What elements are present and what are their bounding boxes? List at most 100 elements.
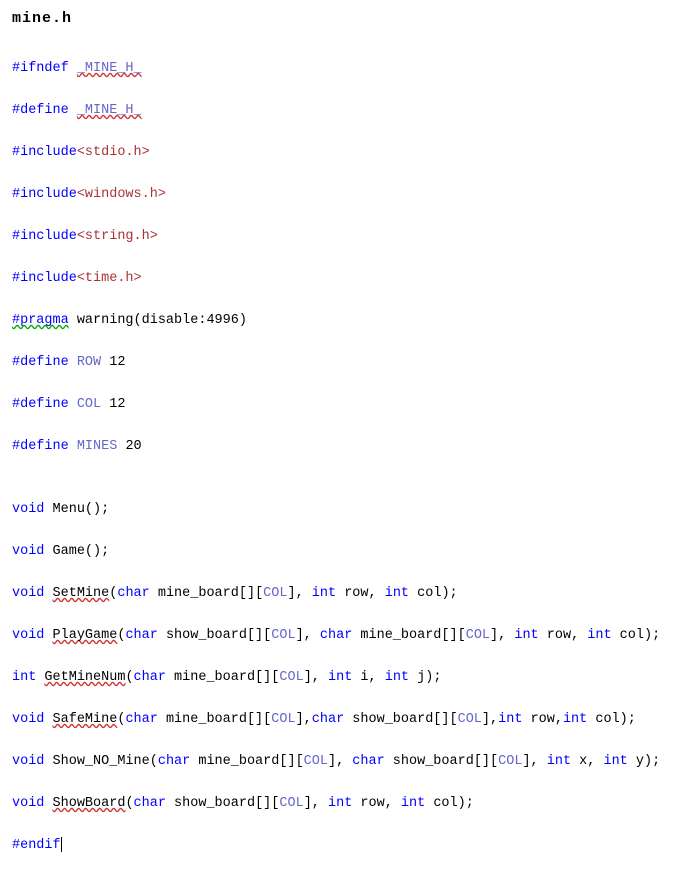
punct: ], [287,586,311,601]
param: col [587,712,619,727]
code-line: #include<stdio.h> [12,142,669,163]
punct: ); [425,670,441,685]
space [44,544,52,559]
directive: #include [12,145,77,160]
punct: ( [117,712,125,727]
param: col [409,586,441,601]
punct: , [369,586,385,601]
punct: ], [328,754,352,769]
punct: ); [458,796,474,811]
space [44,754,52,769]
space [44,712,52,727]
keyword: int [498,712,522,727]
pragma-arg: warning(disable:4996) [69,313,247,328]
param: show_board[][ [344,712,457,727]
param: row [336,586,368,601]
code-line: void SafeMine(char mine_board[][COL],cha… [12,709,669,730]
code-line: void Show_NO_Mine(char mine_board[][COL]… [12,751,669,772]
directive: #include [12,271,77,286]
func-name: SafeMine [53,712,118,727]
code-line: void Game(); [12,541,669,562]
directive: #define [12,397,69,412]
macro-define: MINES [77,439,118,454]
keyword: int [401,796,425,811]
code-line: #include<string.h> [12,226,669,247]
directive: #include [12,229,77,244]
punct: , [571,628,587,643]
code-line: #include<time.h> [12,268,669,289]
punct: ); [441,586,457,601]
keyword: int [328,796,352,811]
space [69,61,77,76]
macro-name: _MINE_H_ [77,103,142,118]
keyword: char [125,712,157,727]
keyword: int [603,754,627,769]
keyword: int [514,628,538,643]
param: mine_board[][ [190,754,303,769]
keyword: void [12,586,44,601]
punct: ( [109,586,117,601]
param: j [409,670,425,685]
param: mine_board[][ [166,670,279,685]
keyword: char [134,670,166,685]
macro-value: 12 [101,355,125,370]
space [69,103,77,118]
space [44,628,52,643]
space [69,355,77,370]
param: row [352,796,384,811]
code-line: void SetMine(char mine_board[][COL], int… [12,583,669,604]
include-file: <string.h> [77,229,158,244]
keyword: void [12,712,44,727]
directive: #endif [12,838,61,853]
punct: , [385,796,401,811]
macro-define: COL [77,397,101,412]
func-name: Menu [53,502,85,517]
punct: ( [125,796,133,811]
code-line: #ifndef _MINE_H_ [12,58,669,79]
macro: COL [279,670,303,685]
keyword: int [312,586,336,601]
keyword: int [385,586,409,601]
directive: #define [12,439,69,454]
space [36,670,44,685]
space [69,397,77,412]
file-title: mine.h [12,8,669,29]
keyword: int [563,712,587,727]
macro-value: 20 [117,439,141,454]
space [44,502,52,517]
keyword: int [385,670,409,685]
include-file: <stdio.h> [77,145,150,160]
punct: ], [296,628,320,643]
keyword: char [125,628,157,643]
include-file: <windows.h> [77,187,166,202]
func-name: SetMine [53,586,110,601]
punct: , [555,712,563,727]
func-name: Game [53,544,85,559]
param: show_board[][ [166,796,279,811]
code-line: #endif [12,835,669,856]
func-name: PlayGame [53,628,118,643]
param: mine_board[][ [150,586,263,601]
code-line: void ShowBoard(char show_board[][COL], i… [12,793,669,814]
param: show_board[][ [158,628,271,643]
punct: ], [296,712,312,727]
code-line: #include<windows.h> [12,184,669,205]
keyword: char [134,796,166,811]
code-line: #define _MINE_H_ [12,100,669,121]
keyword: int [587,628,611,643]
func-name: Show_NO_Mine [53,754,150,769]
punct: , [587,754,603,769]
include-file: <time.h> [77,271,142,286]
code-line: #define COL 12 [12,394,669,415]
code-line: void PlayGame(char show_board[][COL], ch… [12,625,669,646]
punct: , [369,670,385,685]
keyword: char [352,754,384,769]
code-line: #pragma warning(disable:4996) [12,310,669,331]
punct: ], [482,712,498,727]
punct: ); [644,628,660,643]
keyword: void [12,544,44,559]
code-block: #ifndef _MINE_H_ #define _MINE_H_ #inclu… [12,37,669,877]
code-line: #define MINES 20 [12,436,669,457]
pragma: #pragma [12,313,69,328]
keyword: int [328,670,352,685]
